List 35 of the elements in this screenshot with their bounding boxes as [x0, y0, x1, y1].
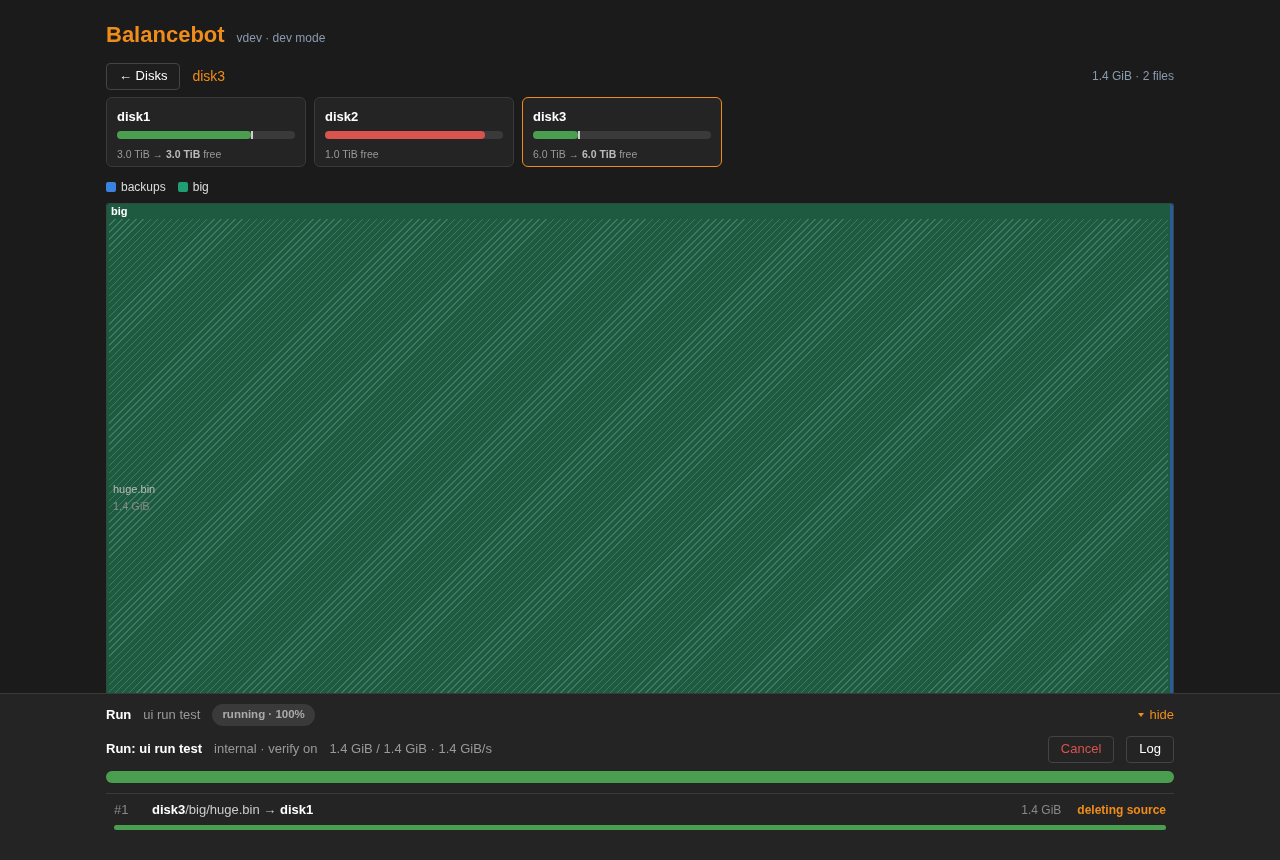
panel-title: Run — [106, 706, 132, 725]
disk-card[interactable]: disk2 1.0 TiB free — [314, 97, 514, 167]
legend-label: backups — [121, 179, 166, 196]
log-button[interactable]: Log — [1126, 735, 1174, 763]
disk-name: disk1 — [117, 108, 152, 126]
disk-name: disk3 — [533, 108, 568, 126]
run-name: ui run test — [143, 706, 201, 725]
free-space-label: 1.0 TiB free — [325, 146, 380, 162]
group-label: big — [110, 204, 129, 219]
caret-icon — [1138, 713, 1145, 717]
backups-tile[interactable] — [1170, 204, 1173, 693]
summary-label: 1.4 GiB · 2 files — [1091, 68, 1174, 85]
file-name: huge.bin — [113, 482, 157, 497]
file-tile[interactable]: huge.bin 1.4 GiB — [109, 219, 1168, 693]
cancel-button[interactable]: Cancel — [1047, 735, 1115, 763]
legend-label: big — [192, 179, 209, 196]
back-button[interactable]: ← Disks — [106, 62, 181, 90]
app-title: Balancebot — [106, 21, 225, 49]
progress-text: 1.4 GiB / 1.4 GiB · 1.4 GiB/s — [329, 740, 492, 759]
breadcrumb-current: disk3 — [192, 66, 226, 86]
run-heading: Run: ui run test — [106, 740, 203, 759]
disk-card[interactable]: disk3 6.0 TiB → 6.0 TiB free — [522, 97, 722, 167]
status-badge: running · 100% — [212, 704, 315, 726]
disk-name: disk2 — [325, 108, 360, 126]
free-space-label: 6.0 TiB → 6.0 TiB free — [533, 146, 639, 162]
disk-card[interactable]: disk1 3.0 TiB → 3.0 TiB free — [106, 97, 306, 167]
run-mode: internal · verify on — [214, 740, 318, 759]
transfer-status: deleting source — [1077, 801, 1166, 819]
version-label: vdev · dev mode — [236, 30, 326, 47]
file-size: 1.4 GiB — [113, 498, 151, 514]
transfer-index: #1 — [114, 800, 130, 819]
transfer-size: 1.4 GiB — [1021, 801, 1062, 819]
free-space-label: 3.0 TiB → 3.0 TiB free — [117, 146, 223, 162]
hide-toggle[interactable]: hide — [1138, 705, 1174, 725]
transfer-path: disk3/big/huge.bin → disk1 — [152, 800, 314, 819]
